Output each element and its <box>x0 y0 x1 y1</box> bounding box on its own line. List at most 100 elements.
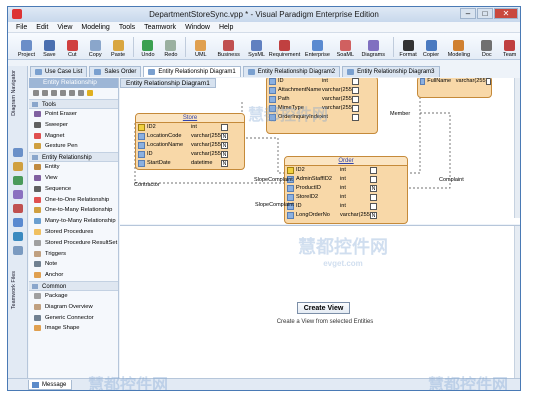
teamwork-files-label[interactable]: Teamwork Files <box>11 271 17 309</box>
minimize-button[interactable]: – <box>460 8 476 19</box>
palette-er-one-to-one-relationship[interactable]: One-to-One Relationship <box>29 195 118 206</box>
palette-er-sequence[interactable]: Sequence <box>29 184 118 195</box>
message-tab[interactable]: Message <box>28 380 73 390</box>
nullable-checkbox[interactable]: N <box>221 151 228 158</box>
toolbar-cut-button[interactable]: Cut <box>62 40 83 59</box>
tool-list-icon[interactable] <box>13 232 23 241</box>
toolbar-soaml-button[interactable]: SoaML <box>335 40 356 59</box>
selector-icon[interactable] <box>33 90 39 96</box>
repository-icon[interactable] <box>13 176 23 185</box>
nullable-checkbox[interactable] <box>352 78 359 85</box>
palette-section-tools[interactable]: Tools <box>29 99 118 109</box>
toolbar-copy-button[interactable]: Copy <box>85 40 106 59</box>
pin-icon[interactable] <box>13 246 23 255</box>
nullable-checkbox[interactable] <box>352 96 359 103</box>
nullable-checkbox[interactable] <box>485 78 491 85</box>
palette-er-one-to-many-relationship[interactable]: One-to-Many Relationship <box>29 205 118 216</box>
palette-er-stored-procedure-resultset[interactable]: Stored Procedure ResultSet <box>29 238 118 249</box>
tab-entity-relationship-diagram3[interactable]: Entity Relationship Diagram3 <box>342 66 440 77</box>
menu-tools[interactable]: Tools <box>119 22 135 32</box>
menu-teamwork[interactable]: Teamwork <box>144 22 176 32</box>
nullable-checkbox[interactable] <box>352 114 359 121</box>
nullable-checkbox[interactable] <box>370 167 377 174</box>
entity-column-row[interactable]: ID int <box>267 78 377 86</box>
close-button[interactable]: ✕ <box>494 8 518 19</box>
nullable-checkbox[interactable] <box>221 124 228 131</box>
palette-common-package[interactable]: Package <box>29 291 118 302</box>
maximize-button[interactable]: □ <box>477 8 493 19</box>
menu-help[interactable]: Help <box>219 22 233 32</box>
palette-er-anchor[interactable]: Anchor <box>29 270 118 281</box>
diagram-canvas[interactable]: Entity Relationship Diagram1 Store ID2 in… <box>120 78 520 224</box>
diagram-navigator-label[interactable]: Diagram Navigator <box>11 70 17 116</box>
warning-icon[interactable] <box>87 90 93 96</box>
entity-column-row[interactable]: ID int <box>285 202 407 211</box>
palette-er-entity[interactable]: Entity <box>29 162 118 173</box>
entity-column-row[interactable]: ID2 int <box>285 166 407 175</box>
entity-column-row[interactable]: ID2 int <box>136 123 244 132</box>
palette-er-note[interactable]: Note <box>29 259 118 270</box>
entity-column-row[interactable]: AttachmentName varchar(255) <box>267 86 377 95</box>
toolbar-uml-button[interactable]: UML <box>190 40 211 59</box>
diagram-backlog-icon[interactable] <box>13 218 23 227</box>
entity-column-row[interactable]: FullName varchar(255) <box>418 78 491 86</box>
toolbar-paste-button[interactable]: Paste <box>108 40 129 59</box>
menu-modeling[interactable]: Modeling <box>81 22 109 32</box>
entity-store[interactable]: Store ID2 int LocationCode varchar(255) N Loc… <box>135 113 245 170</box>
palette-er-triggers[interactable]: Triggers <box>29 249 118 260</box>
logical-view-icon[interactable] <box>13 204 23 213</box>
palette-er-stored-procedures[interactable]: Stored Procedures <box>29 227 118 238</box>
menu-window[interactable]: Window <box>185 22 210 32</box>
hand-icon[interactable] <box>69 90 75 96</box>
canvas-scrollbar[interactable] <box>514 78 520 218</box>
palette-section-common[interactable]: Common <box>29 280 118 291</box>
toolbar-project-button[interactable]: Project <box>16 40 37 59</box>
entity-column-row[interactable]: LongOrderNo varchar(255) N <box>285 211 407 220</box>
nullable-checkbox[interactable] <box>352 87 359 94</box>
toolbar-team-button[interactable]: Team <box>499 40 520 59</box>
entity-column-row[interactable]: ProductID int N <box>285 184 407 193</box>
toolbar-doc-button[interactable]: Doc <box>476 40 497 59</box>
palette-tool-gesture-pen[interactable]: Gesture Pen <box>29 141 118 152</box>
overview-scrollbar[interactable] <box>514 226 520 378</box>
menu-view[interactable]: View <box>57 22 72 32</box>
palette-common-image-shape[interactable]: Image Shape <box>29 323 118 334</box>
entity-column-row[interactable]: LocationCode varchar(255) N <box>136 132 244 141</box>
toolbar-copier-button[interactable]: Copier <box>421 40 442 59</box>
entity-column-row[interactable]: LocationName varchar(255) N <box>136 141 244 150</box>
model-explorer-icon[interactable] <box>13 148 23 157</box>
toolbar-undo-button[interactable]: Undo <box>138 40 159 59</box>
entity-column-row[interactable]: AdminStaffID2 int <box>285 175 407 184</box>
lasso-icon[interactable] <box>51 90 57 96</box>
nullable-checkbox[interactable] <box>370 203 377 210</box>
tab-entity-relationship-diagram2[interactable]: Entity Relationship Diagram2 <box>242 66 341 77</box>
tab-sales-order[interactable]: Sales Order <box>89 66 142 77</box>
palette-common-diagram-overview[interactable]: Diagram Overview <box>29 302 118 313</box>
tab-entity-relationship-diagram1[interactable]: Entity Relationship Diagram1 <box>143 66 241 77</box>
menu-file[interactable]: File <box>16 22 27 32</box>
tab-use-case-list[interactable]: Use Case List <box>30 66 88 77</box>
entity-member[interactable]: FullName varchar(255) <box>417 78 492 98</box>
zoom-icon[interactable] <box>60 90 66 96</box>
nullable-checkbox[interactable]: N <box>221 142 228 149</box>
palette-tool-point-eraser[interactable]: Point Eraser <box>29 109 118 120</box>
toolbar-enterprise-button[interactable]: Enterprise <box>302 40 333 59</box>
entity-column-row[interactable]: StartDate datetime N <box>136 159 244 168</box>
palette-section-entity-relationship[interactable]: Entity Relationship <box>29 152 118 163</box>
nullable-checkbox[interactable] <box>352 105 359 112</box>
lock-icon[interactable] <box>42 90 48 96</box>
nullable-checkbox[interactable]: N <box>221 160 228 167</box>
class-repository-icon[interactable] <box>13 190 23 199</box>
toolbar-sysml-button[interactable]: SysML <box>246 40 267 59</box>
property-icon[interactable] <box>13 162 23 171</box>
nullable-checkbox[interactable]: N <box>370 212 377 219</box>
toolbar-modeling-button[interactable]: Modeling <box>443 40 474 59</box>
pen-icon[interactable] <box>78 90 84 96</box>
toolbar-format-button[interactable]: Format <box>398 40 419 59</box>
toolbar-save-button[interactable]: Save <box>39 40 60 59</box>
nullable-checkbox[interactable]: N <box>221 133 228 140</box>
palette-tool-sweeper[interactable]: Sweeper <box>29 120 118 131</box>
toolbar-business-button[interactable]: Business <box>213 40 244 59</box>
palette-er-many-to-many-relationship[interactable]: Many-to-Many Relationship <box>29 216 118 227</box>
palette-tool-magnet[interactable]: Magnet <box>29 131 118 142</box>
